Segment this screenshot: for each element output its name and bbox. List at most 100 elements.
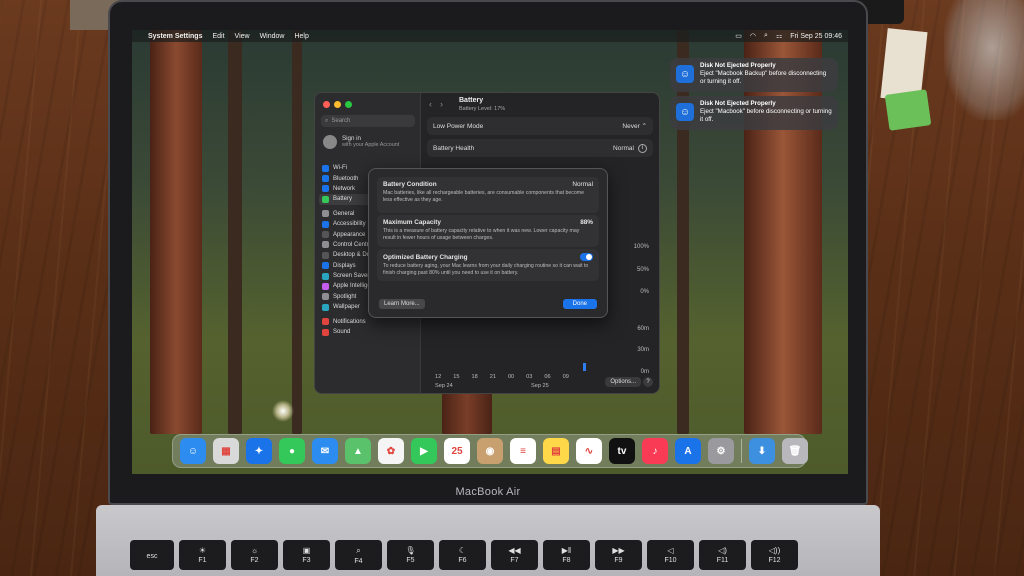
notification-disk-1[interactable]: ☺ Disk Not Ejected Properly Eject "Macbo… <box>670 58 838 92</box>
key-f4[interactable]: ⌕ F4 <box>335 540 382 570</box>
key-f12[interactable]: ◁)) F12 <box>751 540 798 570</box>
battery-health-row[interactable]: Battery Health Normal i <box>427 139 653 157</box>
menu-edit[interactable]: Edit <box>212 33 224 40</box>
app-store-icon[interactable]: A <box>675 438 701 464</box>
system-settings-icon[interactable]: ⚙ <box>708 438 734 464</box>
sidebar-item-label: Screen Saver <box>333 273 370 280</box>
back-arrow-icon[interactable]: ‹ <box>429 99 432 109</box>
dock-separator <box>741 439 742 463</box>
sidebar-item-label: Wi-Fi <box>333 165 347 172</box>
dock: ☺ ▦ ✦ ● ✉ ▲ ✿ ▶ 25 ◉ ≡ ▤ ∿ tv ♪ A ⚙ ⬇ 🗑 <box>172 434 808 468</box>
key-glyph: ☼ <box>250 546 259 555</box>
close-icon[interactable] <box>323 101 330 108</box>
key-glyph: ◁ <box>667 546 674 555</box>
photos-icon[interactable]: ✿ <box>378 438 404 464</box>
messages-icon[interactable]: ● <box>279 438 305 464</box>
trash-icon[interactable]: 🗑 <box>782 438 808 464</box>
facetime-icon[interactable]: ▶ <box>411 438 437 464</box>
window-controls <box>323 101 352 108</box>
search-placeholder: Search <box>331 118 351 124</box>
battery-health-label: Battery Health <box>433 144 475 152</box>
menu-app-name[interactable]: System Settings <box>148 33 202 40</box>
maps-icon[interactable]: ▲ <box>345 438 371 464</box>
downloads-icon[interactable]: ⬇ <box>749 438 775 464</box>
sidebar-item-icon <box>322 282 329 290</box>
freeform-icon[interactable]: ∿ <box>576 438 602 464</box>
sidebar-item-icon <box>322 210 329 218</box>
key-label: F3 <box>302 557 311 564</box>
apple-account-signin[interactable]: Sign in with your Apple Account <box>323 135 399 149</box>
key-label: F5 <box>406 557 415 564</box>
wifi-icon[interactable]: ◠ <box>750 32 756 40</box>
maximum-capacity-card: Maximum Capacity 88% This is a measure o… <box>377 215 599 247</box>
low-power-mode-row[interactable]: Low Power Mode Never ⌃ <box>427 117 653 135</box>
key-label: F12 <box>768 557 781 564</box>
key-f9[interactable]: ▶▶ F9 <box>595 540 642 570</box>
x-label: 03 <box>526 374 533 380</box>
avatar <box>323 135 337 149</box>
x-label: 09 <box>562 374 569 380</box>
options-button[interactable]: Options... <box>605 377 641 387</box>
reminders-icon[interactable]: ≡ <box>510 438 536 464</box>
y-label: 60m <box>637 326 649 332</box>
low-power-label: Low Power Mode <box>433 122 484 130</box>
contacts-icon[interactable]: ◉ <box>477 438 503 464</box>
y-label: 0m <box>640 369 649 375</box>
battery-health-value: Normal <box>613 144 634 152</box>
music-icon[interactable]: ♪ <box>642 438 668 464</box>
calendar-icon[interactable]: 25 <box>444 438 470 464</box>
menu-window[interactable]: Window <box>260 33 285 40</box>
condition-title: Battery Condition <box>383 181 437 188</box>
x-date: Sep 25 <box>531 383 549 389</box>
wallpaper-tree <box>292 30 302 434</box>
info-icon[interactable]: i <box>638 143 647 153</box>
battery-status-icon[interactable]: ▭ <box>735 32 742 40</box>
done-button[interactable]: Done <box>562 299 597 309</box>
key-f6[interactable]: ☾ F6 <box>439 540 486 570</box>
glass-mug <box>944 0 1024 120</box>
key-f11[interactable]: ◁) F11 <box>699 540 746 570</box>
learn-more-button[interactable]: Learn More... <box>379 299 425 309</box>
low-power-select[interactable]: Never ⌃ <box>622 122 647 130</box>
key-f5[interactable]: 🎙 F5 <box>387 540 434 570</box>
sidebar-item-label: Spotlight <box>333 293 357 300</box>
sidebar-item-label: Bluetooth <box>333 175 359 182</box>
menu-bar: System Settings Edit View Window Help ▭ … <box>132 30 848 42</box>
notification-disk-2[interactable]: ☺ Disk Not Ejected Properly Eject "Macbo… <box>670 96 838 130</box>
optimized-body: To reduce battery aging, your Mac learns… <box>383 263 589 276</box>
key-glyph: ◁)) <box>768 546 781 555</box>
key-glyph: ▶▶ <box>612 546 625 555</box>
key-f7[interactable]: ◀◀ F7 <box>491 540 538 570</box>
key-f10[interactable]: ◁ F10 <box>647 540 694 570</box>
key-f1[interactable]: ☀ F1 <box>179 540 226 570</box>
mail-icon[interactable]: ✉ <box>312 438 338 464</box>
apple-tv-icon[interactable]: tv <box>609 438 635 464</box>
finder-icon[interactable]: ☺ <box>180 438 206 464</box>
search-icon[interactable]: ⌕ <box>764 32 768 40</box>
sidebar-search[interactable]: ⌕ Search <box>321 115 415 127</box>
help-button[interactable]: ? <box>643 377 653 387</box>
sidebar-item-sound[interactable]: Sound <box>319 327 417 337</box>
sidebar-item-icon <box>322 303 329 311</box>
x-label: 21 <box>489 374 496 380</box>
zoom-icon[interactable] <box>345 101 352 108</box>
safari-icon[interactable]: ✦ <box>246 438 272 464</box>
capacity-title: Maximum Capacity <box>383 219 441 226</box>
sidebar-item-notifications[interactable]: Notifications <box>319 316 417 326</box>
wallpaper-tree <box>150 30 202 434</box>
forward-arrow-icon[interactable]: › <box>440 99 443 109</box>
notes-icon[interactable]: ▤ <box>543 438 569 464</box>
key-esc[interactable]: esc <box>130 540 174 570</box>
key-label: F6 <box>458 557 467 564</box>
key-f3[interactable]: ▣ F3 <box>283 540 330 570</box>
minimize-icon[interactable] <box>334 101 341 108</box>
key-f8[interactable]: ▶‖ F8 <box>543 540 590 570</box>
menu-view[interactable]: View <box>235 33 250 40</box>
key-label: F2 <box>250 557 259 564</box>
launchpad-icon[interactable]: ▦ <box>213 438 239 464</box>
menu-clock[interactable]: Fri Sep 25 09:46 <box>790 33 842 40</box>
optimized-charging-toggle[interactable] <box>580 253 593 261</box>
control-center-icon[interactable]: ⚏ <box>776 32 782 40</box>
menu-help[interactable]: Help <box>294 33 308 40</box>
key-f2[interactable]: ☼ F2 <box>231 540 278 570</box>
